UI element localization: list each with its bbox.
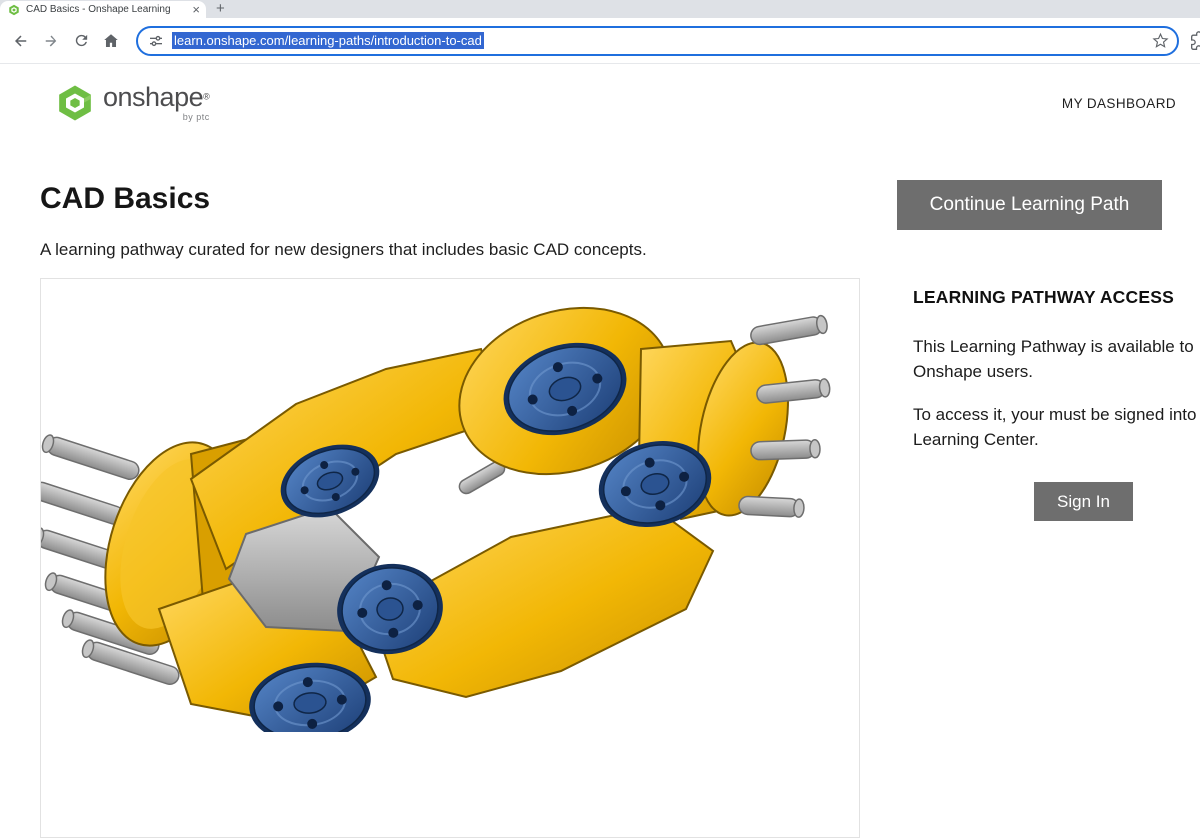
course-image-frame	[40, 278, 860, 838]
onshape-favicon-icon	[8, 4, 20, 16]
paragraph-line: To access it, your must be signed into	[913, 402, 1200, 427]
onshape-logo[interactable]: onshape® by ptc	[55, 83, 210, 123]
onshape-logo-icon	[55, 83, 95, 123]
browser-toolbar: learn.onshape.com/learning-paths/introdu…	[0, 18, 1200, 64]
continue-learning-path-button[interactable]: Continue Learning Path	[897, 180, 1162, 230]
right-column: Continue Learning Path LEARNING PATHWAY …	[897, 180, 1200, 521]
onshape-wordmark: onshape® by ptc	[103, 84, 210, 122]
url-input[interactable]: learn.onshape.com/learning-paths/introdu…	[172, 32, 484, 49]
extensions-puzzle-icon[interactable]	[1187, 26, 1200, 56]
main-content: CAD Basics A learning pathway curated fo…	[0, 142, 1200, 838]
browser-tab[interactable]: CAD Basics - Onshape Learning ×	[0, 1, 206, 18]
my-dashboard-link[interactable]: MY DASHBOARD	[1062, 96, 1176, 111]
reload-icon[interactable]	[66, 26, 96, 56]
bookmark-star-icon[interactable]	[1152, 32, 1169, 49]
sign-in-button[interactable]: Sign In	[1034, 482, 1133, 521]
tab-close-icon[interactable]: ×	[192, 3, 200, 16]
forward-icon[interactable]	[36, 26, 66, 56]
paragraph-line: Onshape users.	[913, 359, 1200, 384]
site-settings-icon[interactable]	[148, 33, 164, 49]
access-paragraph-2: To access it, your must be signed into L…	[913, 402, 1200, 452]
tab-strip: CAD Basics - Onshape Learning × +	[0, 0, 1200, 18]
new-tab-icon[interactable]: +	[216, 1, 225, 18]
cad-model-image	[41, 279, 859, 732]
access-paragraph-1: This Learning Pathway is available to On…	[913, 334, 1200, 384]
paragraph-line: Learning Center.	[913, 427, 1200, 452]
logo-byline: by ptc	[183, 113, 210, 122]
home-icon[interactable]	[96, 26, 126, 56]
site-header: onshape® by ptc MY DASHBOARD	[0, 64, 1200, 142]
tab-title: CAD Basics - Onshape Learning	[26, 4, 186, 15]
back-icon[interactable]	[6, 26, 36, 56]
address-bar[interactable]: learn.onshape.com/learning-paths/introdu…	[136, 26, 1179, 56]
paragraph-line: This Learning Pathway is available to	[913, 334, 1200, 359]
access-heading: LEARNING PATHWAY ACCESS	[913, 287, 1200, 308]
